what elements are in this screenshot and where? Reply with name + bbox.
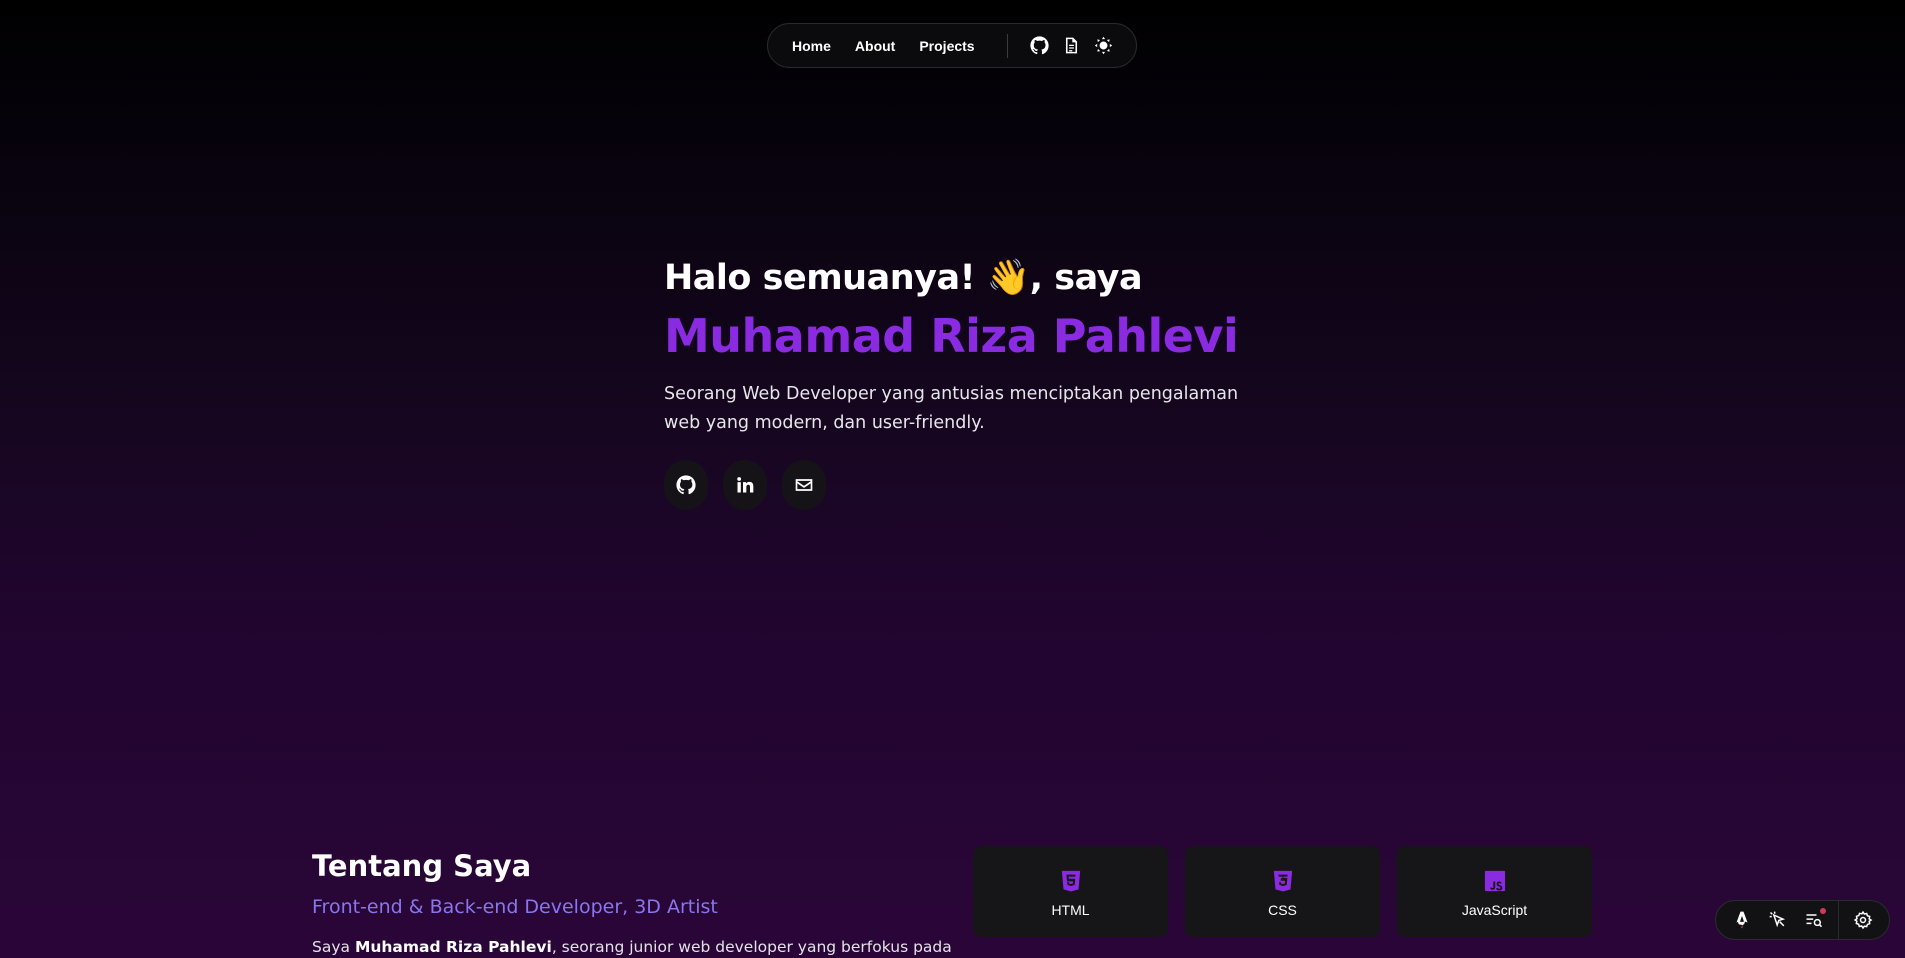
inspect-button[interactable] — [1766, 908, 1790, 932]
hero-greeting: Halo semuanya! 👋, saya — [664, 258, 1143, 298]
skill-card-css: CSS — [1185, 846, 1380, 937]
nav-divider — [1006, 33, 1008, 58]
github-icon — [676, 475, 696, 495]
hero-social-links — [664, 460, 1264, 510]
skill-card-javascript: JavaScript — [1397, 846, 1592, 937]
cursor-inspect-icon — [1769, 911, 1786, 928]
document-icon[interactable] — [1062, 36, 1082, 56]
nav-about-link[interactable]: About — [855, 38, 895, 54]
html5-icon — [1061, 870, 1080, 892]
linkedin-social-button[interactable] — [723, 460, 767, 510]
about-section: Tentang Saya Front-end & Back-end Develo… — [312, 846, 952, 958]
audit-button[interactable] — [1802, 908, 1826, 932]
top-navbar: Home About Projects — [767, 23, 1137, 68]
notification-dot — [1820, 908, 1826, 914]
css3-icon — [1273, 870, 1292, 892]
astro-menu-button[interactable] — [1730, 908, 1754, 932]
hero-section: Halo semuanya! 👋, saya Muhamad Riza Pahl… — [664, 250, 1264, 510]
github-icon[interactable] — [1030, 36, 1050, 56]
settings-gear-icon — [1853, 910, 1873, 930]
astro-icon — [1736, 911, 1748, 929]
settings-button[interactable] — [1851, 908, 1875, 932]
hero-name: Muhamad Riza Pahlevi — [664, 309, 1239, 363]
mail-icon — [795, 479, 813, 491]
skill-label: JavaScript — [1461, 901, 1528, 918]
toolbar-divider — [1838, 900, 1839, 940]
nav-home-link[interactable]: Home — [792, 38, 831, 54]
github-social-button[interactable] — [664, 460, 708, 510]
theme-toggle-icon[interactable] — [1094, 36, 1114, 56]
about-role: Front-end & Back-end Developer, 3D Artis… — [312, 896, 718, 918]
skill-label: HTML — [1051, 901, 1090, 918]
skill-card-html: HTML — [973, 846, 1168, 937]
javascript-icon — [1484, 870, 1505, 891]
about-text: Saya Muhamad Riza Pahlevi, seorang junio… — [312, 936, 952, 958]
hero-description: Seorang Web Developer yang antusias menc… — [664, 384, 1239, 433]
nav-projects-link[interactable]: Projects — [919, 38, 974, 54]
dev-toolbar — [1715, 900, 1890, 940]
about-title: Tentang Saya — [312, 849, 532, 883]
skills-grid: HTML CSS JavaScript — [973, 846, 1592, 937]
about-text-suffix: , seorang junior web developer yang berf… — [551, 938, 952, 956]
email-social-button[interactable] — [782, 460, 826, 510]
about-text-name: Muhamad Riza Pahlevi — [354, 938, 552, 956]
skill-label: CSS — [1268, 901, 1297, 918]
about-text-prefix: Saya — [312, 938, 355, 956]
linkedin-icon — [737, 477, 754, 493]
